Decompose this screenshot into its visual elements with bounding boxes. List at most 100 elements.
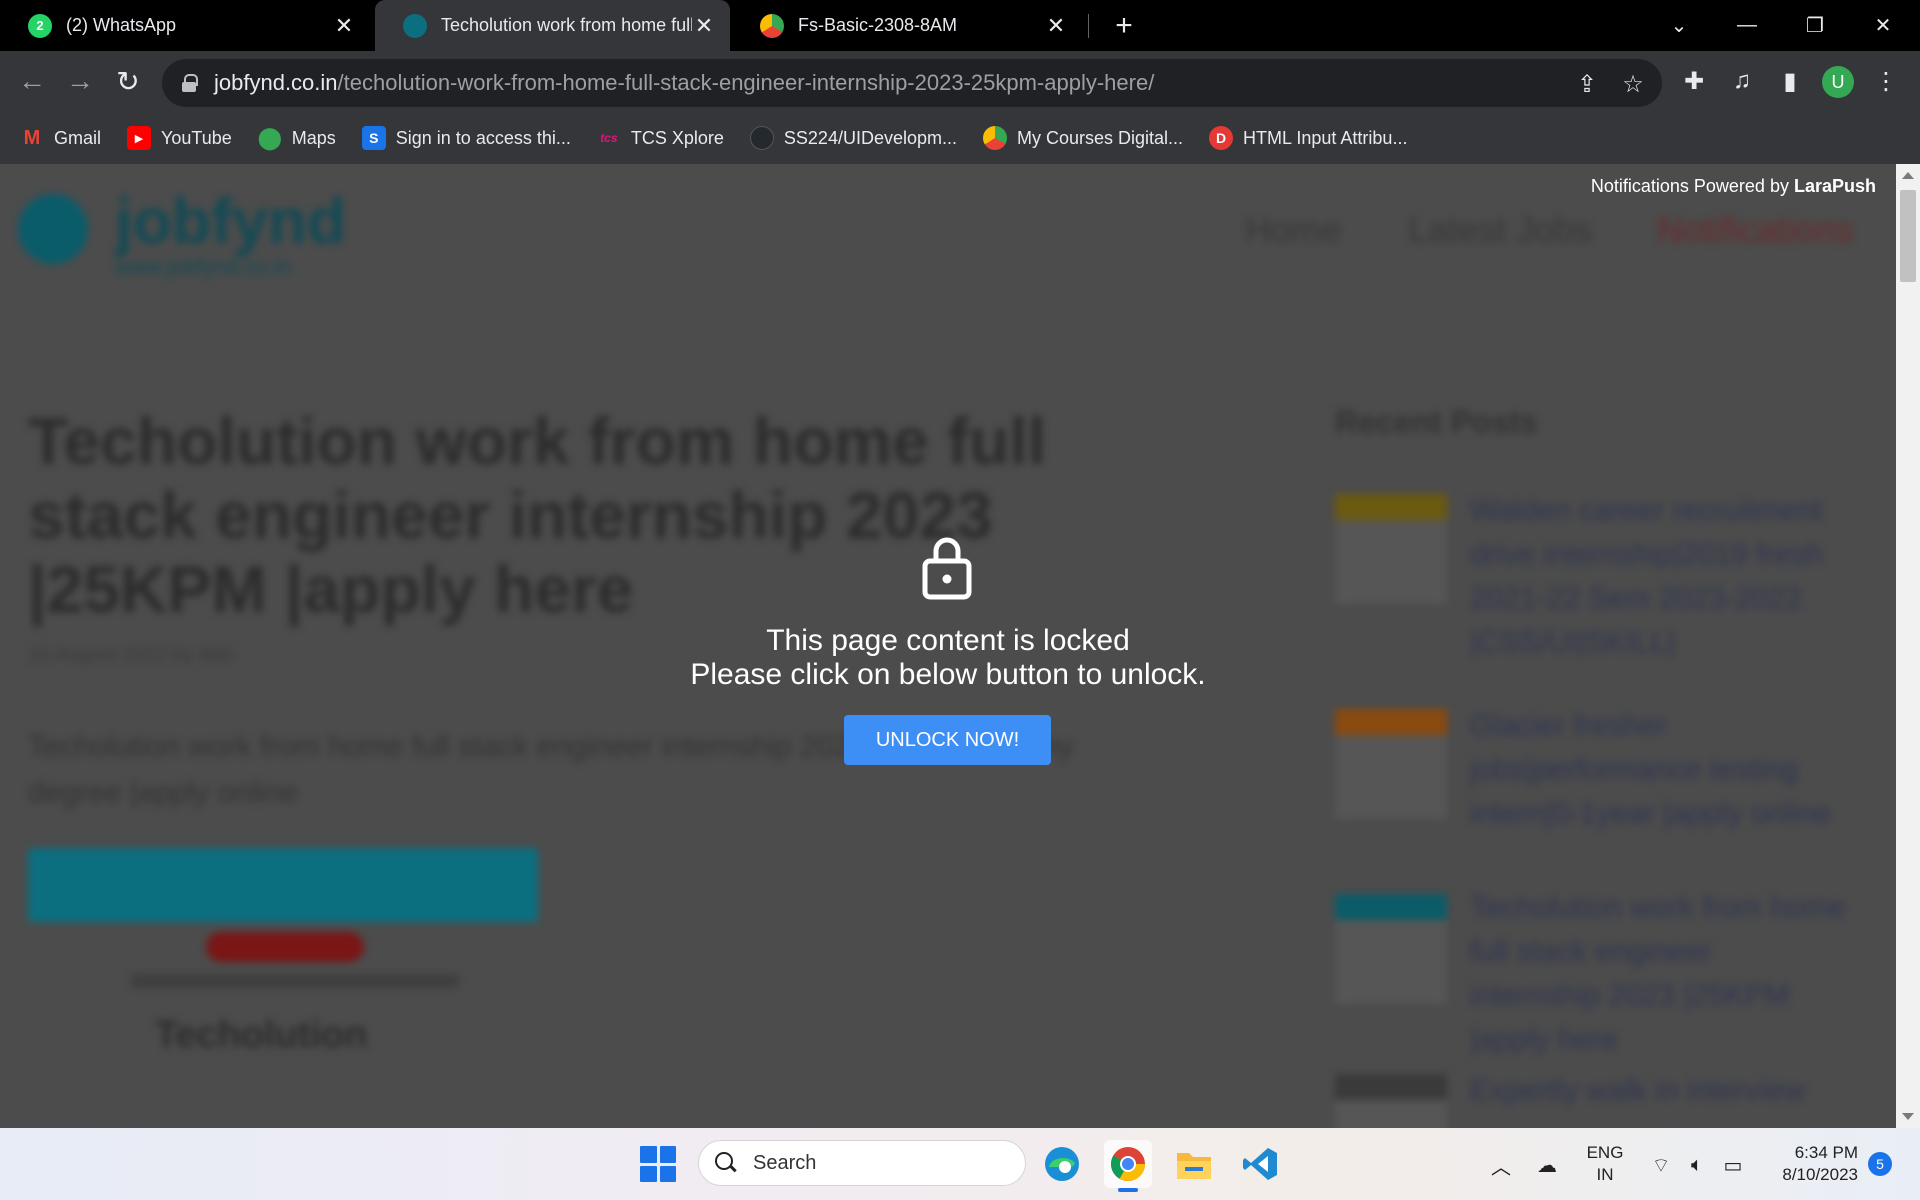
- url-path: /techolution-work-from-home-full-stack-e…: [337, 70, 1155, 95]
- share-icon[interactable]: ⇪: [1574, 71, 1600, 98]
- content-lock-overlay: This page content is locked Please click…: [0, 164, 1896, 1128]
- wifi-icon[interactable]: ⌔: [1648, 1152, 1674, 1178]
- bookmark-label: Sign in to access thi...: [395, 127, 571, 148]
- bookmark-label: SS224/UIDevelopm...: [783, 127, 957, 148]
- larapush-brand: LaraPush: [1793, 176, 1876, 196]
- locked-message: This page content is locked: [766, 624, 1130, 657]
- notification-powered-by: Notifications Powered by LaraPush: [1591, 176, 1876, 197]
- media-control-icon[interactable]: ♫: [1724, 63, 1760, 99]
- padlock-icon: [922, 537, 972, 600]
- clock[interactable]: 6:34 PM 8/10/2023: [1762, 1142, 1858, 1186]
- d-icon: D: [1209, 126, 1234, 150]
- bookmark-label: YouTube: [161, 127, 232, 148]
- tab-separator: [1088, 14, 1089, 38]
- lock-icon[interactable]: [182, 74, 198, 92]
- active-app-indicator: [1118, 1188, 1138, 1192]
- bookmarks-bar: M Gmail ▶ YouTube ⬤ Maps S Sign in to ac…: [0, 117, 1920, 159]
- tab-strip: 2 (2) WhatsApp ✕ Techolution work from h…: [0, 0, 1920, 51]
- close-window-button[interactable]: ✕: [1852, 0, 1914, 51]
- file-explorer-icon: [1177, 1153, 1211, 1179]
- edge-icon: [1045, 1147, 1079, 1181]
- bookmark-html-input[interactable]: D HTML Input Attribu...: [1209, 126, 1407, 150]
- extensions-icon[interactable]: ✚: [1676, 63, 1712, 99]
- bookmark-maps[interactable]: ⬤ Maps: [257, 125, 336, 150]
- vscode-icon: [1243, 1148, 1277, 1180]
- course-icon: [760, 13, 784, 38]
- menu-kebab-icon[interactable]: ⋮: [1868, 63, 1904, 99]
- chrome-taskbar-button[interactable]: [1104, 1140, 1152, 1192]
- bookmark-github[interactable]: SS224/UIDevelopm...: [749, 126, 957, 150]
- unlock-now-button[interactable]: UNLOCK NOW!: [844, 715, 1051, 765]
- tab-fs-basic[interactable]: Fs-Basic-2308-8AM ✕: [732, 0, 1082, 51]
- notifications-badge[interactable]: 5: [1868, 1152, 1892, 1176]
- tab-title: Techolution work from home full: [441, 15, 692, 35]
- onedrive-icon[interactable]: ☁: [1534, 1152, 1560, 1178]
- bookmark-tcs-xplore[interactable]: tcs TCS Xplore: [597, 126, 724, 150]
- side-panel-icon[interactable]: ▮: [1772, 63, 1808, 99]
- minimize-button[interactable]: —: [1716, 0, 1778, 51]
- gmail-icon: M: [23, 126, 41, 149]
- bookmark-label: Gmail: [54, 127, 102, 148]
- bookmark-sign-in[interactable]: S Sign in to access thi...: [361, 126, 571, 150]
- start-tile: [659, 1146, 676, 1163]
- restore-button[interactable]: ❐: [1784, 0, 1846, 51]
- vscode-taskbar-button[interactable]: [1236, 1140, 1284, 1188]
- profile-avatar[interactable]: U: [1822, 66, 1854, 98]
- maps-icon: ⬤: [257, 125, 283, 150]
- bookmark-gmail[interactable]: M Gmail: [20, 126, 101, 150]
- s-icon: S: [361, 126, 386, 150]
- course-icon: [983, 126, 1007, 150]
- unlock-instruction: Please click on below button to unlock.: [690, 658, 1206, 691]
- taskbar-search[interactable]: Search: [698, 1140, 1026, 1186]
- tab-techolution[interactable]: Techolution work from home full ✕: [375, 0, 730, 51]
- region-code: IN: [1596, 1165, 1614, 1184]
- language-indicator[interactable]: ENG IN: [1580, 1142, 1630, 1186]
- bookmark-label: HTML Input Attribu...: [1243, 127, 1408, 148]
- start-button[interactable]: [640, 1146, 676, 1182]
- file-explorer-taskbar-button[interactable]: [1170, 1140, 1218, 1188]
- chrome-icon: [1111, 1147, 1145, 1181]
- scroll-down-arrow-icon[interactable]: [1902, 1113, 1914, 1120]
- bookmark-youtube[interactable]: ▶ YouTube: [127, 126, 232, 150]
- bookmark-label: TCS Xplore: [630, 127, 724, 148]
- url-text[interactable]: jobfynd.co.in/techolution-work-from-home…: [214, 70, 1154, 96]
- powered-by-text: Notifications Powered by: [1590, 176, 1794, 196]
- close-icon[interactable]: ✕: [1044, 13, 1068, 38]
- edge-taskbar-button[interactable]: [1038, 1140, 1086, 1188]
- tcs-icon: tcs: [600, 131, 618, 145]
- youtube-icon: ▶: [127, 126, 152, 150]
- page-scrollbar[interactable]: [1896, 164, 1920, 1128]
- tab-title: Fs-Basic-2308-8AM: [798, 15, 958, 35]
- github-icon: [749, 126, 774, 150]
- language-code: ENG: [1586, 1143, 1624, 1162]
- new-tab-button[interactable]: +: [1108, 9, 1140, 42]
- browser-toolbar: ← → ↻ jobfynd.co.in/techolution-work-fro…: [0, 51, 1920, 164]
- scrollbar-thumb[interactable]: [1900, 190, 1916, 282]
- clock-time: 6:34 PM: [1794, 1143, 1858, 1162]
- whatsapp-icon: 2: [28, 13, 52, 38]
- bookmark-label: My Courses Digital...: [1017, 127, 1184, 148]
- windows-taskbar: Search ︿ ☁ ENG IN ⌔ 🔈︎ ▭ 6:34 PM 8/10/20…: [0, 1128, 1920, 1200]
- start-tile: [640, 1165, 657, 1182]
- tab-title: (2) WhatsApp: [66, 15, 177, 35]
- battery-icon[interactable]: ▭: [1720, 1152, 1746, 1178]
- volume-icon[interactable]: 🔈︎: [1684, 1152, 1710, 1178]
- close-icon[interactable]: ✕: [332, 13, 356, 38]
- url-host: jobfynd.co.in: [214, 70, 338, 95]
- reload-button[interactable]: ↻: [108, 61, 148, 101]
- bookmark-my-courses[interactable]: My Courses Digital...: [983, 126, 1183, 150]
- bookmark-label: Maps: [291, 127, 336, 148]
- start-tile: [659, 1165, 676, 1182]
- back-button[interactable]: ←: [12, 61, 52, 101]
- close-icon[interactable]: ✕: [692, 13, 716, 38]
- tab-search-chevron-icon[interactable]: ⌄: [1648, 0, 1710, 51]
- show-hidden-icons-chevron-icon[interactable]: ︿: [1488, 1152, 1514, 1179]
- forward-button[interactable]: →: [60, 61, 100, 101]
- tab-whatsapp[interactable]: 2 (2) WhatsApp ✕: [0, 0, 370, 51]
- scroll-up-arrow-icon[interactable]: [1902, 172, 1914, 179]
- jobfynd-icon: [403, 13, 427, 38]
- bookmark-star-icon[interactable]: ☆: [1620, 71, 1646, 98]
- page-viewport: jobfynd www.jobfynd.co.in Home Latest Jo…: [0, 164, 1896, 1128]
- address-bar[interactable]: jobfynd.co.in/techolution-work-from-home…: [162, 59, 1662, 107]
- search-icon: [715, 1152, 737, 1174]
